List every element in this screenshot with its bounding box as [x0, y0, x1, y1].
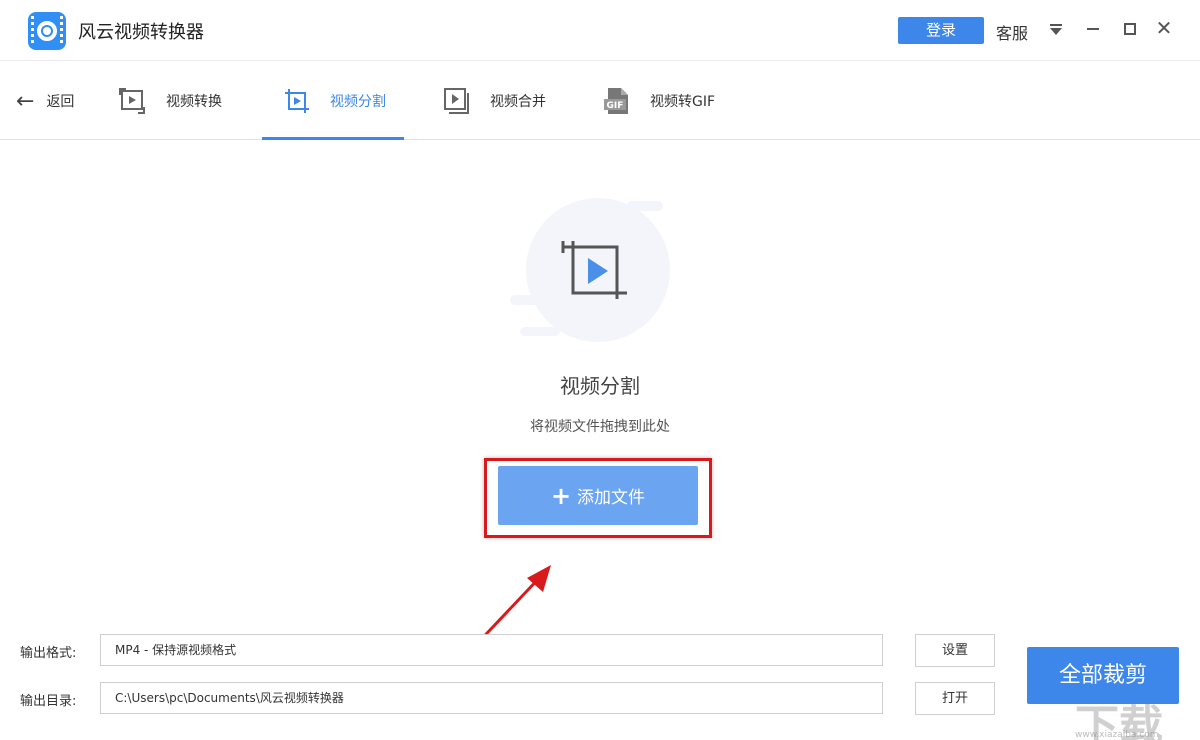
- plus-icon: +: [550, 481, 572, 510]
- output-dir-field[interactable]: C:\Users\pc\Documents\风云视频转换器: [100, 682, 883, 714]
- app-title: 风云视频转换器: [78, 22, 204, 43]
- maximize-icon[interactable]: [1120, 16, 1140, 40]
- video-convert-icon: [119, 88, 145, 114]
- add-file-button[interactable]: + 添加文件: [498, 466, 698, 525]
- video-merge-icon: [444, 88, 469, 114]
- arrow-left-icon: ←: [16, 88, 35, 114]
- login-button[interactable]: 登录: [898, 17, 984, 44]
- drop-area-title: 视频分割: [560, 374, 640, 398]
- tab-video-split[interactable]: 视频分割: [282, 61, 386, 141]
- video-crop-icon: [285, 89, 309, 113]
- gif-icon: GIF: [604, 88, 628, 114]
- open-folder-button[interactable]: 打开: [915, 682, 995, 715]
- output-dir-label: 输出目录:: [20, 694, 77, 709]
- tab-video-to-gif[interactable]: GIF 视频转GIF: [602, 61, 715, 141]
- customer-service-link[interactable]: 客服: [996, 20, 1028, 44]
- close-icon[interactable]: ✕: [1154, 16, 1174, 40]
- tab-label: 视频合并: [490, 94, 546, 110]
- minimize-icon[interactable]: [1083, 16, 1103, 40]
- tab-video-convert[interactable]: 视频转换: [118, 61, 222, 141]
- menu-dropdown-icon[interactable]: [1046, 16, 1066, 40]
- tab-label: 视频分割: [330, 94, 386, 110]
- watermark-url: www.xiazaiba.com: [1075, 730, 1159, 740]
- tab-label: 视频转换: [166, 94, 222, 110]
- active-tab-indicator: [262, 137, 404, 140]
- svg-text:GIF: GIF: [607, 101, 624, 111]
- output-format-field[interactable]: MP4 - 保持源视频格式: [100, 634, 883, 666]
- watermark: 下载 www.xiazaiba.com: [1075, 690, 1200, 740]
- back-button[interactable]: ← 返回: [16, 61, 74, 141]
- output-format-label: 输出格式:: [20, 646, 77, 661]
- settings-button[interactable]: 设置: [915, 634, 995, 667]
- video-split-illustration-icon: [510, 198, 670, 342]
- app-logo-icon: [28, 12, 66, 50]
- add-file-label: 添加文件: [577, 488, 646, 508]
- tab-video-merge[interactable]: 视频合并: [442, 61, 546, 141]
- tab-label: 视频转GIF: [650, 94, 716, 110]
- back-label: 返回: [46, 94, 75, 110]
- title-bar: 风云视频转换器 登录 客服 ✕: [0, 0, 1200, 60]
- function-nav: ← 返回 视频转换 视频分割 视频合并 GIF 视频转GIF: [0, 60, 1200, 140]
- drop-area-hint: 将视频文件拖拽到此处: [530, 419, 670, 435]
